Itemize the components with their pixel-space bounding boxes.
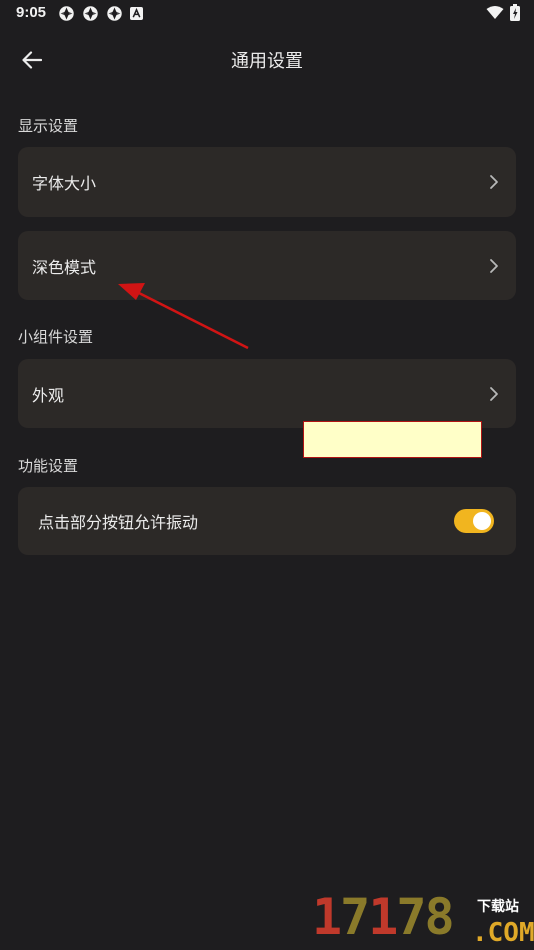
section-function-label: 功能设置 [18,457,79,475]
app-notification-icon [83,6,98,21]
appearance-item[interactable]: 外观 [18,359,516,428]
watermark-digits: 17178 [312,888,455,946]
font-size-item[interactable]: 字体大小 [18,147,516,217]
app-bar: 通用设置 [0,34,534,84]
wifi-icon [486,5,504,19]
battery-charging-icon [510,4,520,21]
font-size-label: 字体大小 [32,174,97,193]
appearance-label: 外观 [32,385,65,405]
toggle-knob [473,512,491,530]
dark-mode-item[interactable]: 深色模式 [18,231,516,300]
chevron-right-icon [490,386,498,401]
dark-mode-label: 深色模式 [32,257,97,277]
notification-icons [58,5,143,22]
status-bar: 9:05 [0,0,534,28]
watermark-logo: 17178 下载站 .COM [312,888,534,948]
watermark-site: 下载站 [477,899,519,915]
vibration-label: 点击部分按钮允许振动 [38,513,199,532]
system-icons [486,4,520,21]
watermark-domain: .COM [472,918,534,948]
section-display-label: 显示设置 [18,117,79,135]
status-time: 9:05 [16,4,47,21]
app-notification-icon [107,6,122,21]
vibration-item[interactable]: 点击部分按钮允许振动 [18,487,516,555]
section-widget-label: 小组件设置 [18,328,94,346]
page-title: 通用设置 [231,51,303,72]
annotation-arrow-icon [118,283,249,350]
font-a-icon [130,7,143,20]
annotation-highlight-box [303,421,482,458]
vibration-toggle[interactable] [454,509,494,533]
app-notification-icon [59,6,74,21]
chevron-right-icon [490,175,498,189]
chevron-right-icon [490,258,498,273]
